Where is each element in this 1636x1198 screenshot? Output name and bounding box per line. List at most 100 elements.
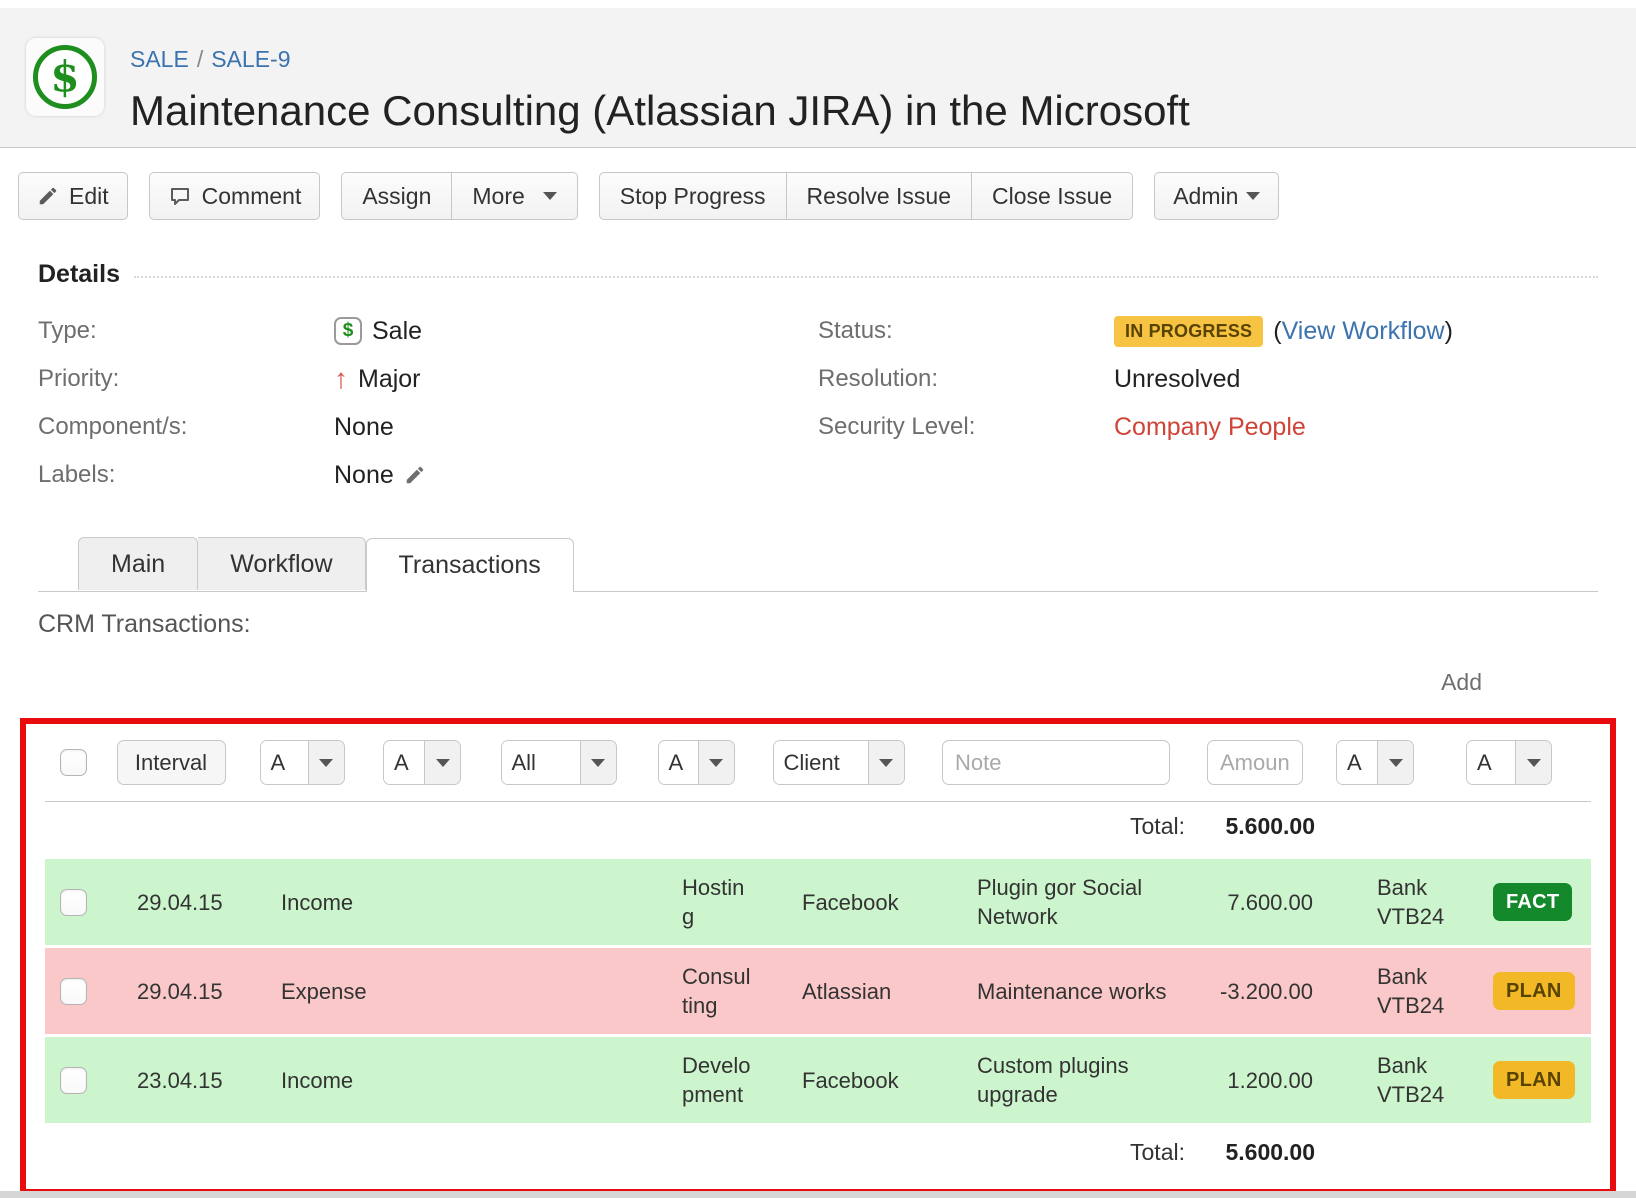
admin-dropdown-button[interactable]: Admin [1154, 172, 1279, 220]
components-label: Component/s: [38, 413, 334, 441]
bottom-strip [0, 1191, 1636, 1198]
stop-progress-label: Stop Progress [620, 183, 766, 210]
status-badge: IN PROGRESS [1114, 316, 1263, 347]
transaction-status-badge: PLAN [1493, 972, 1575, 1010]
transaction-client: Atlassian [756, 977, 921, 1006]
status-filter-dropdown[interactable]: A [1466, 740, 1552, 785]
more-label: More [472, 183, 524, 210]
paren-open: ( [1273, 317, 1281, 345]
type-label: Type: [38, 317, 334, 345]
transaction-type: Expense [241, 977, 363, 1006]
details-title: Details [38, 260, 120, 289]
client-filter-value: Client [774, 741, 868, 784]
assign-label: Assign [362, 183, 431, 210]
security-level-label: Security Level: [818, 413, 1114, 441]
details-left-column: Type: $ Sale Priority: ↑ Major Component… [38, 307, 818, 499]
row-checkbox[interactable] [60, 889, 87, 916]
type-value: $ Sale [334, 317, 818, 346]
close-issue-button[interactable]: Close Issue [971, 173, 1132, 219]
priority-text: Major [358, 365, 421, 394]
transaction-account: Bank VTB24 [1319, 873, 1431, 931]
view-workflow-link[interactable]: View Workflow [1282, 317, 1445, 345]
filter2-value: A [384, 741, 424, 784]
transaction-note: Custom plugins upgrade [921, 1051, 1191, 1109]
tabs-bar: Main Workflow Transactions [38, 537, 1598, 592]
amount-filter-input[interactable] [1207, 740, 1303, 785]
total-value: 5.600.00 [1191, 813, 1319, 840]
breadcrumb-issue-link[interactable]: SALE-9 [211, 46, 290, 72]
category-filter-value: A [659, 741, 698, 784]
transaction-row: 29.04.15 Income Hosting Facebook Plugin … [45, 859, 1591, 945]
transaction-date: 29.04.15 [101, 888, 241, 917]
transaction-note: Plugin gor Social Network [921, 873, 1191, 931]
comment-button[interactable]: Comment [149, 172, 321, 220]
priority-major-icon: ↑ [334, 365, 348, 393]
row-checkbox[interactable] [60, 1067, 87, 1094]
chevron-down-icon [1246, 192, 1260, 200]
type-filter-dropdown[interactable]: A [260, 740, 345, 785]
paren-close: ) [1445, 317, 1453, 345]
priority-value: ↑ Major [334, 365, 818, 394]
details-right-column: Status: IN PROGRESS (View Workflow) Reso… [818, 307, 1598, 499]
details-grid: Type: $ Sale Priority: ↑ Major Component… [38, 307, 1598, 499]
note-filter-input[interactable] [942, 740, 1170, 785]
edit-labels-pencil-icon[interactable] [404, 464, 426, 486]
security-level-value: Company People [1114, 413, 1598, 442]
transaction-amount: 7.600.00 [1191, 888, 1319, 917]
page-title: Maintenance Consulting (Atlassian JIRA) … [130, 87, 1190, 135]
transaction-category: Hosting [636, 873, 756, 931]
tab-main[interactable]: Main [78, 537, 198, 590]
chevron-down-icon [580, 741, 616, 784]
select-all-checkbox[interactable] [60, 749, 87, 776]
view-workflow-wrap: (View Workflow) [1273, 317, 1453, 346]
edit-button[interactable]: Edit [18, 172, 128, 220]
transaction-status-badge: PLAN [1493, 1061, 1575, 1099]
tab-workflow[interactable]: Workflow [198, 537, 365, 590]
interval-filter-button[interactable]: Interval [117, 740, 226, 785]
chevron-down-icon [543, 192, 557, 200]
header-text: SALE / SALE-9 Maintenance Consulting (Atla… [130, 46, 1190, 135]
more-dropdown-button[interactable]: More [451, 173, 576, 219]
chevron-down-icon [698, 741, 734, 784]
transaction-account: Bank VTB24 [1319, 962, 1431, 1020]
assign-button[interactable]: Assign [342, 173, 451, 219]
resolve-issue-label: Resolve Issue [807, 183, 951, 210]
client-filter-dropdown[interactable]: Client [773, 740, 905, 785]
filter3-value: All [502, 741, 580, 784]
transaction-account: Bank VTB24 [1319, 1051, 1431, 1109]
details-rule [134, 276, 1598, 278]
dollar-sale-icon: $ [33, 45, 97, 109]
filter3-dropdown[interactable]: All [501, 740, 617, 785]
tab-transactions[interactable]: Transactions [366, 538, 574, 592]
resolution-label: Resolution: [818, 365, 1114, 393]
type-filter-value: A [261, 741, 308, 784]
details-section: Details Type: $ Sale Priority: ↑ Major C… [38, 260, 1598, 499]
comment-label: Comment [202, 183, 302, 210]
crm-transactions-label: CRM Transactions: [38, 610, 1636, 639]
details-heading: Details [38, 260, 1598, 289]
labels-text: None [334, 461, 394, 490]
row-checkbox[interactable] [60, 978, 87, 1005]
total-label: Total: [921, 1139, 1191, 1166]
totals-row-top: Total: 5.600.00 [45, 802, 1591, 851]
total-label: Total: [921, 813, 1191, 840]
resolve-issue-button[interactable]: Resolve Issue [786, 173, 971, 219]
totals-row-bottom: Total: 5.600.00 [45, 1123, 1591, 1177]
add-transaction-link[interactable]: Add [1441, 669, 1482, 695]
breadcrumb-project-link[interactable]: SALE [130, 46, 189, 72]
workflow-buttons-group: Stop Progress Resolve Issue Close Issue [599, 172, 1133, 220]
transaction-row: 23.04.15 Income Development Facebook Cus… [45, 1037, 1591, 1123]
toolbar: Edit Comment Assign More Stop Progress R… [18, 172, 1618, 220]
issue-type-avatar: $ [26, 38, 104, 116]
breadcrumb-separator: / [197, 46, 203, 72]
comment-bubble-icon [168, 184, 192, 208]
type-text: Sale [372, 317, 422, 346]
account-filter-dropdown[interactable]: A [1336, 740, 1414, 785]
stop-progress-button[interactable]: Stop Progress [600, 173, 786, 219]
transactions-table: Interval A A All A Client A A Total: 5.6… [20, 718, 1616, 1195]
priority-label: Priority: [38, 365, 334, 393]
transaction-date: 29.04.15 [101, 977, 241, 1006]
category-filter-dropdown[interactable]: A [658, 740, 735, 785]
filter2-dropdown[interactable]: A [383, 740, 461, 785]
edit-label: Edit [69, 183, 109, 210]
